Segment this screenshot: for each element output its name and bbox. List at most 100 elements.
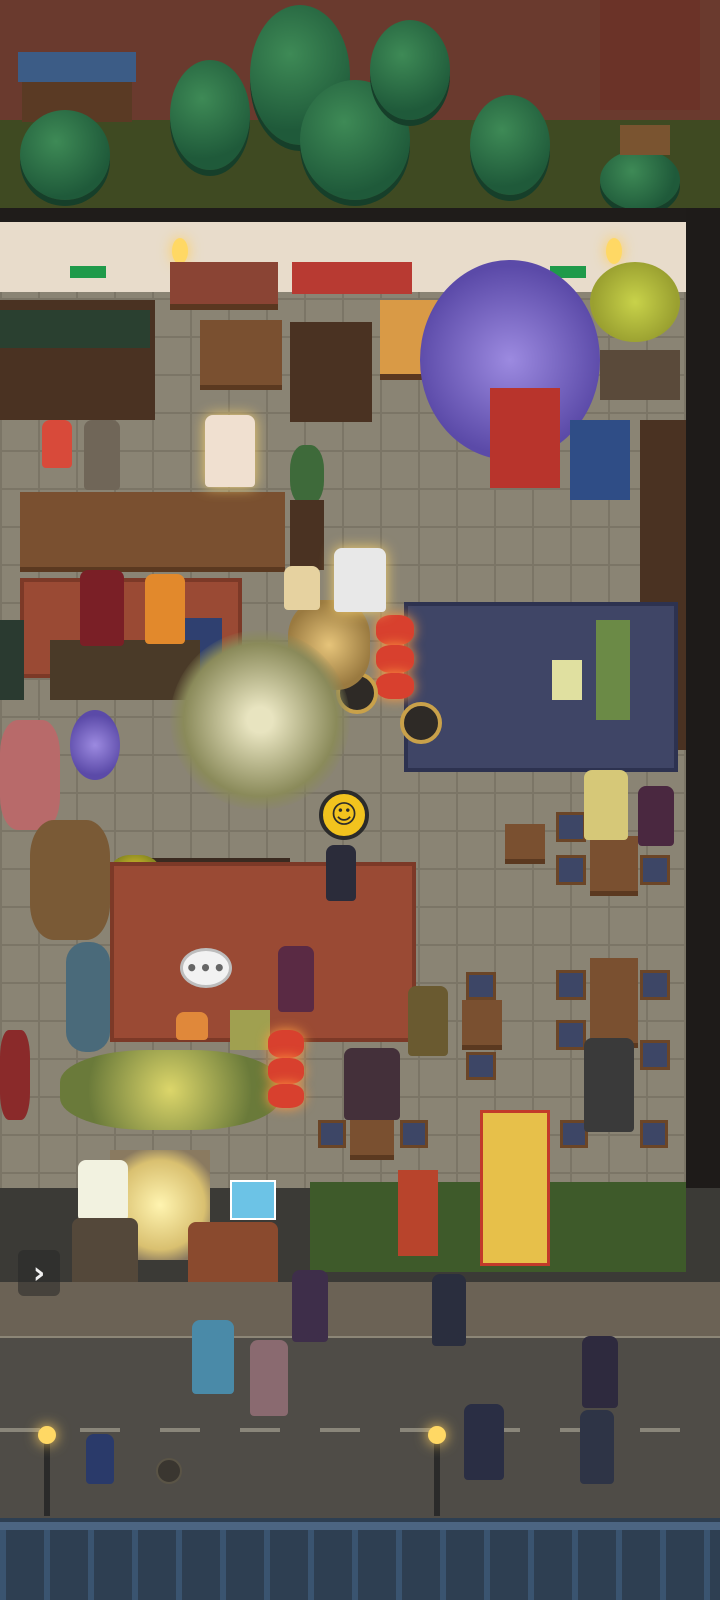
customer[interactable]: [278, 946, 314, 1012]
pedestrian[interactable]: [580, 1410, 614, 1484]
wall-lamp: [606, 238, 622, 264]
food-stall-sign: [170, 262, 278, 310]
corgi-pet[interactable]: [176, 1012, 208, 1040]
counter-table: [20, 492, 155, 572]
garden-building: [600, 0, 700, 110]
flower-arch: [60, 1050, 280, 1130]
stool: [400, 1120, 428, 1148]
stool: [640, 1040, 670, 1070]
reaper-customer[interactable]: [584, 1038, 634, 1132]
guzheng-instrument: [596, 620, 630, 720]
claw-machine: [480, 1110, 550, 1266]
wooden-crate: [620, 125, 670, 155]
sidewalk: [0, 1282, 720, 1338]
pedestrian[interactable]: [464, 1404, 504, 1480]
street-lamp-light: [428, 1426, 446, 1444]
pink-ornament: [0, 720, 60, 830]
mascot-character[interactable]: [78, 1160, 128, 1220]
smiley-face-icon: ☺: [330, 800, 358, 830]
red-drawers: [292, 262, 412, 294]
wave-screen: [570, 420, 630, 500]
customer-pair[interactable]: [344, 1048, 400, 1120]
chef-character[interactable]: [205, 415, 255, 487]
bottle-shelf: [290, 322, 372, 422]
stool: [466, 1052, 496, 1080]
hourglass-decor: [66, 942, 110, 1052]
garden-tree: [470, 95, 550, 195]
wisteria-pot: [70, 710, 120, 780]
pedestrian[interactable]: [432, 1274, 466, 1346]
street-lamp: [44, 1432, 50, 1516]
music-stand: [552, 660, 582, 700]
red-lantern: [268, 1084, 304, 1108]
wolf-pedestrian[interactable]: [250, 1340, 288, 1416]
dining-table: [590, 958, 638, 1048]
street-lamp: [434, 1432, 440, 1516]
red-lantern: [268, 1030, 304, 1058]
gift-box[interactable]: [230, 1180, 276, 1220]
fruit-basket: [230, 1010, 270, 1050]
stool: [556, 855, 586, 885]
customer[interactable]: [80, 570, 124, 646]
counter-table: [155, 492, 285, 572]
garden-tree: [370, 20, 450, 120]
red-lantern: [376, 615, 414, 645]
cat-customer[interactable]: [145, 574, 185, 644]
pedestrian[interactable]: [582, 1336, 618, 1408]
customer[interactable]: [638, 786, 674, 846]
speech-bubble-icon: •••: [185, 956, 227, 980]
stool: [318, 1120, 346, 1148]
railing-bar: [0, 1522, 720, 1530]
pedestrian[interactable]: [192, 1320, 234, 1394]
garden-tree: [600, 150, 680, 210]
chat-bubble[interactable]: •••: [180, 948, 232, 988]
chevron-right-icon: ›: [32, 1255, 46, 1291]
blossom-tree: [170, 630, 350, 810]
building-right-wall: [686, 208, 720, 1188]
left-cabinet: [0, 620, 24, 700]
market-stall-awning: [18, 52, 136, 82]
red-lantern: [376, 673, 414, 699]
pedestrian[interactable]: [292, 1270, 328, 1342]
menu-boards: [0, 310, 150, 348]
staircase: [600, 350, 680, 400]
dining-table: [462, 1000, 502, 1050]
stool: [640, 855, 670, 885]
customer[interactable]: [284, 566, 320, 610]
blue-rug: [404, 602, 678, 772]
street-lamp-light: [38, 1426, 56, 1444]
customer[interactable]: [326, 845, 356, 901]
red-shrine-stand: [490, 388, 560, 488]
stool: [640, 1120, 668, 1148]
garden-tree: [170, 60, 250, 170]
staff-character[interactable]: [334, 548, 386, 612]
red-ornament: [0, 1030, 30, 1120]
dining-table: [590, 836, 638, 896]
expand-button[interactable]: ›: [18, 1250, 60, 1296]
side-table: [505, 824, 545, 864]
customer[interactable]: [584, 770, 628, 840]
customer[interactable]: [408, 986, 448, 1056]
red-lantern: [376, 645, 414, 673]
stool: [640, 970, 670, 1000]
manhole-cover: [156, 1458, 182, 1484]
barrel-stack: [30, 820, 110, 940]
emoji-bubble[interactable]: ☺: [319, 790, 369, 840]
mailbox: [398, 1170, 438, 1256]
red-lantern: [268, 1058, 304, 1084]
potted-plant: [290, 445, 324, 505]
customer[interactable]: [84, 420, 120, 490]
garden-tree: [20, 110, 110, 200]
yellow-tree: [590, 262, 680, 342]
railing-posts: [0, 1530, 720, 1600]
stool: [556, 1020, 586, 1050]
stool: [466, 972, 496, 1000]
exit-sign: [70, 266, 106, 278]
stool: [556, 970, 586, 1000]
child-pedestrian[interactable]: [86, 1434, 114, 1484]
wall-lamp: [172, 238, 188, 264]
stool: [556, 812, 586, 842]
fox-mascot[interactable]: [42, 420, 72, 468]
plant-stand: [290, 500, 324, 570]
building-top-wall: [0, 208, 720, 222]
